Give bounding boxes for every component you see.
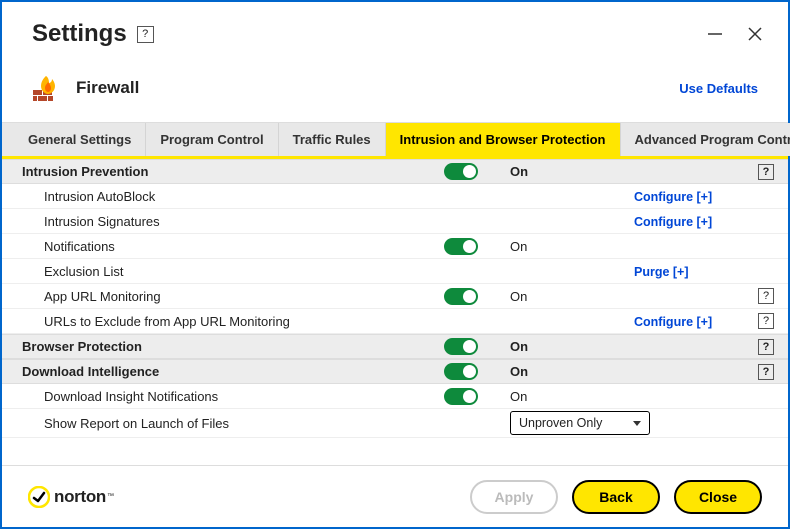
state-text: On <box>504 239 634 254</box>
tab-advanced-program-control[interactable]: Advanced Program Control <box>621 123 790 156</box>
help-icon[interactable]: ? <box>758 164 774 180</box>
state-text: On <box>504 364 634 379</box>
close-button[interactable]: Close <box>674 480 762 514</box>
state-text: On <box>504 289 634 304</box>
group-label: Download Intelligence <box>14 364 444 379</box>
brand-logo: norton™ <box>28 486 114 508</box>
tab-traffic-rules[interactable]: Traffic Rules <box>279 123 386 156</box>
row-label: Intrusion Signatures <box>14 214 444 229</box>
page-title: Settings <box>32 20 127 48</box>
row-label: App URL Monitoring <box>14 289 444 304</box>
configure-link[interactable]: Configure [+] <box>634 215 712 229</box>
section-title: Firewall <box>76 78 139 98</box>
row-label: Download Insight Notifications <box>14 389 444 404</box>
group-label: Browser Protection <box>14 339 444 354</box>
row-label: Intrusion AutoBlock <box>14 189 444 204</box>
tab-general-settings[interactable]: General Settings <box>14 123 146 156</box>
dropdown-show-report[interactable]: Unproven Only <box>510 411 650 435</box>
purge-link[interactable]: Purge [+] <box>634 265 689 279</box>
group-download-intelligence: Download Intelligence On ? <box>2 359 788 384</box>
tab-intrusion-browser-protection[interactable]: Intrusion and Browser Protection <box>386 123 621 156</box>
use-defaults-link[interactable]: Use Defaults <box>679 81 758 96</box>
toggle-notifications[interactable] <box>444 238 478 255</box>
firewall-icon <box>32 72 64 104</box>
state-text: On <box>504 389 634 404</box>
row-label: Show Report on Launch of Files <box>14 416 444 431</box>
toggle-download-intelligence[interactable] <box>444 363 478 380</box>
row-intrusion-autoblock: Intrusion AutoBlock Configure [+] <box>2 184 788 209</box>
close-icon[interactable] <box>746 25 764 43</box>
apply-button: Apply <box>470 480 558 514</box>
row-label: URLs to Exclude from App URL Monitoring <box>14 314 444 329</box>
toggle-intrusion-prevention[interactable] <box>444 163 478 180</box>
configure-link[interactable]: Configure [+] <box>634 190 712 204</box>
group-browser-protection: Browser Protection On ? <box>2 334 788 359</box>
brand-text: norton <box>54 487 106 507</box>
toggle-download-insight-notifications[interactable] <box>444 388 478 405</box>
state-text: On <box>504 339 634 354</box>
help-icon[interactable]: ? <box>758 364 774 380</box>
tabs-row: General Settings Program Control Traffic… <box>2 122 788 159</box>
back-button[interactable]: Back <box>572 480 660 514</box>
row-notifications: Notifications On <box>2 234 788 259</box>
group-label: Intrusion Prevention <box>14 164 444 179</box>
minimize-icon[interactable] <box>706 25 724 43</box>
toggle-app-url-monitoring[interactable] <box>444 288 478 305</box>
row-label: Notifications <box>14 239 444 254</box>
row-label: Exclusion List <box>14 264 444 279</box>
row-app-url-monitoring: App URL Monitoring On ? <box>2 284 788 309</box>
row-intrusion-signatures: Intrusion Signatures Configure [+] <box>2 209 788 234</box>
group-intrusion-prevention: Intrusion Prevention On ? <box>2 159 788 184</box>
row-urls-exclude: URLs to Exclude from App URL Monitoring … <box>2 309 788 334</box>
dropdown-value: Unproven Only <box>519 416 602 430</box>
row-show-report: Show Report on Launch of Files Unproven … <box>2 409 788 438</box>
row-download-insight-notifications: Download Insight Notifications On <box>2 384 788 409</box>
help-icon[interactable]: ? <box>758 339 774 355</box>
help-icon[interactable]: ? <box>758 313 774 329</box>
configure-link[interactable]: Configure [+] <box>634 315 712 329</box>
chevron-down-icon <box>633 421 641 426</box>
state-text: On <box>504 164 634 179</box>
help-icon[interactable]: ? <box>758 288 774 304</box>
row-exclusion-list: Exclusion List Purge [+] <box>2 259 788 284</box>
settings-help-icon[interactable]: ? <box>137 26 154 43</box>
tab-program-control[interactable]: Program Control <box>146 123 278 156</box>
toggle-browser-protection[interactable] <box>444 338 478 355</box>
